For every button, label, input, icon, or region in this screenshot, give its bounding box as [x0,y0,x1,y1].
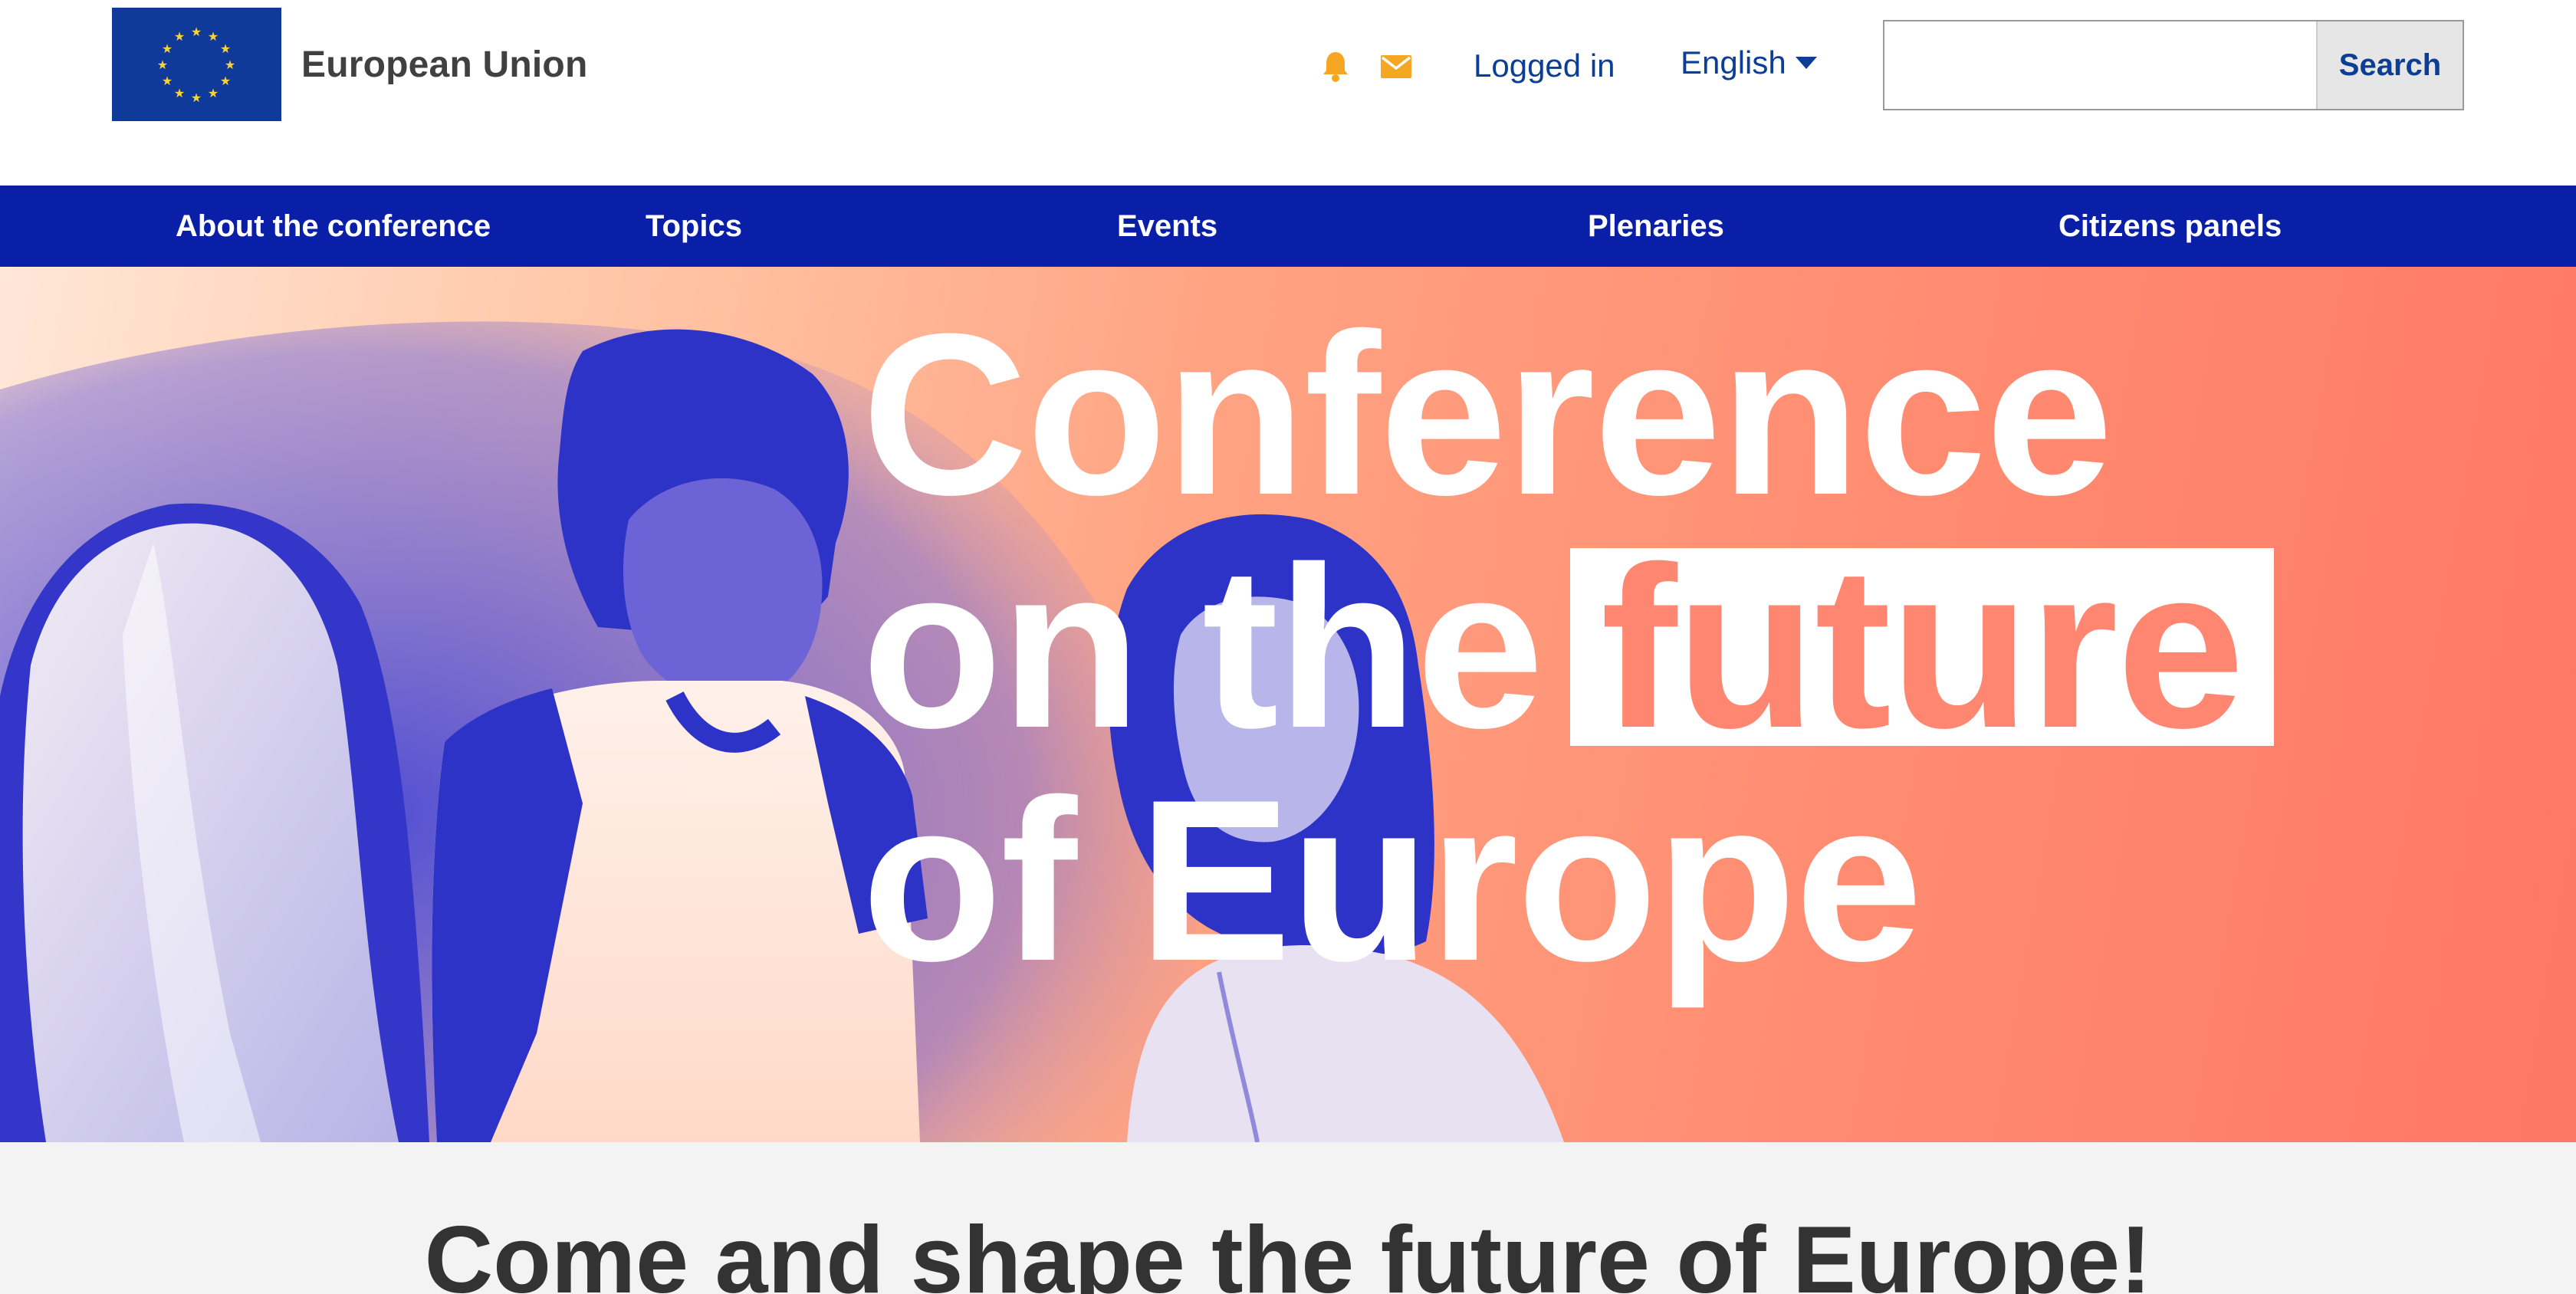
logged-in-link[interactable]: Logged in [1474,48,1615,84]
hero-banner: Conference on the future of Europe [0,267,2576,1142]
svg-text:★: ★ [225,57,235,72]
site-header: ★ ★ ★ ★ ★ ★ ★ ★ ★ ★ ★ ★ European Union L… [0,0,2576,186]
eu-flag-icon: ★ ★ ★ ★ ★ ★ ★ ★ ★ ★ ★ ★ [112,8,281,121]
svg-text:★: ★ [191,90,202,105]
hero-title-line-1: Conference [862,285,2113,543]
caret-down-icon [1795,57,1817,69]
svg-text:★: ★ [208,86,219,100]
svg-text:★: ★ [208,29,219,44]
svg-text:★: ★ [220,41,231,56]
hero-title-line-2: on the future [862,530,2274,764]
svg-text:★: ★ [162,74,172,88]
main-navigation: About the conference Topics Events Plena… [0,186,2576,267]
hero-title: Conference on the future of Europe [862,297,2274,997]
intro-section: Come and shape the future of Europe! [0,1142,2576,1294]
eu-logo[interactable]: ★ ★ ★ ★ ★ ★ ★ ★ ★ ★ ★ ★ European Union [112,8,587,121]
hero-title-line-3: of Europe [862,751,1923,1009]
svg-text:★: ★ [162,41,172,56]
nav-item-citizens-panels[interactable]: Citizens panels [2058,186,2282,267]
envelope-icon[interactable] [1380,54,1412,80]
search-input[interactable] [1884,21,2316,109]
intro-heading: Come and shape the future of Europe! [424,1207,2152,1294]
nav-item-about-the-conference[interactable]: About the conference [176,186,491,267]
nav-item-plenaries[interactable]: Plenaries [1588,186,1724,267]
logo-text: European Union [301,44,588,85]
svg-text:★: ★ [191,25,202,39]
svg-text:★: ★ [174,86,185,100]
bell-icon[interactable] [1320,49,1351,83]
svg-text:★: ★ [220,74,231,88]
search-button[interactable]: Search [2316,21,2463,109]
search-form: Search [1883,20,2464,110]
hero-title-highlight: future [1569,532,2274,762]
svg-text:★: ★ [174,29,185,44]
language-selector[interactable]: English [1681,44,1817,81]
nav-item-topics[interactable]: Topics [646,186,742,267]
svg-text:★: ★ [157,57,168,72]
nav-item-events[interactable]: Events [1117,186,1217,267]
hero-title-on-the: on the [862,518,1544,776]
language-label: English [1681,44,1786,80]
